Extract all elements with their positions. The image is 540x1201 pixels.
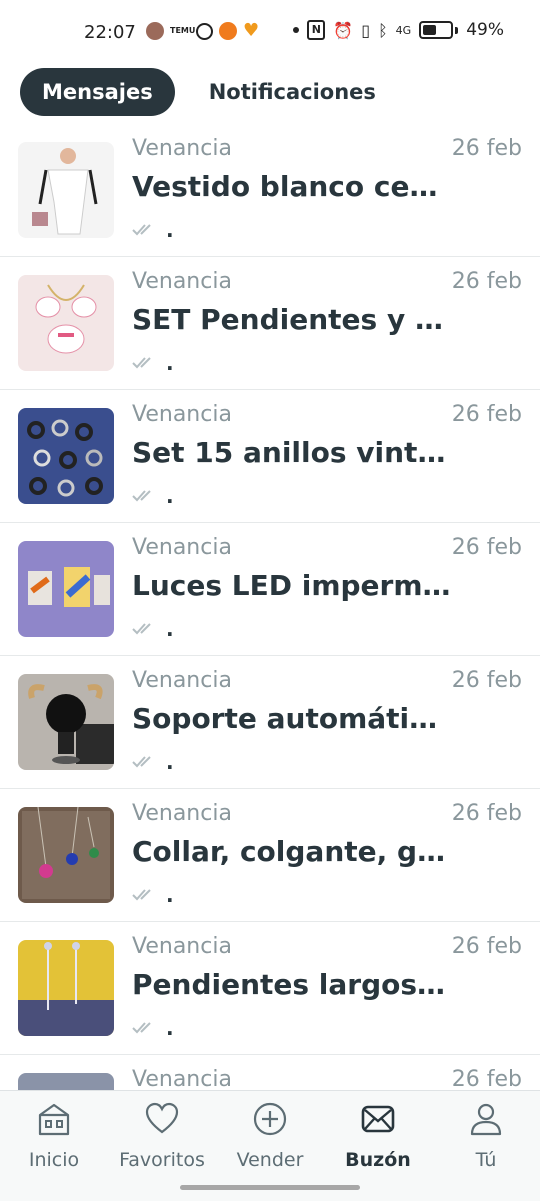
product-title: Vestido blanco ceñ... bbox=[132, 170, 452, 203]
product-thumbnail bbox=[18, 1073, 114, 1090]
conversation-row[interactable]: Venancia 26 feb Set 15 anillos vintage . bbox=[0, 390, 540, 523]
tab-mensajes[interactable]: Mensajes bbox=[20, 68, 175, 116]
user-icon bbox=[470, 1103, 502, 1136]
message-status: . bbox=[132, 1016, 174, 1040]
product-thumbnail bbox=[18, 807, 114, 903]
sync-icon bbox=[196, 22, 213, 40]
product-thumbnail bbox=[18, 940, 114, 1036]
message-preview: . bbox=[166, 1016, 174, 1040]
conversation-list[interactable]: Venancia 26 feb Vestido blanco ceñ... . … bbox=[0, 124, 540, 1090]
product-title: Luces LED imperm... bbox=[132, 569, 452, 602]
double-check-icon bbox=[132, 490, 151, 502]
message-status: . bbox=[132, 218, 174, 242]
heart-icon bbox=[145, 1102, 179, 1134]
nav-label: Tú bbox=[475, 1149, 497, 1171]
conversation-row[interactable]: Venancia 26 feb SET Pendientes y c... . bbox=[0, 257, 540, 390]
heart-app-icon: ♥ bbox=[243, 20, 260, 41]
inbox-tabs: Mensajes Notificaciones bbox=[20, 68, 398, 116]
product-thumbnail bbox=[18, 541, 114, 637]
conversation-row[interactable]: Venancia 26 feb Collar, colgante, ga... … bbox=[0, 789, 540, 922]
battery-icon bbox=[419, 21, 454, 39]
battery-tip-icon bbox=[455, 26, 459, 34]
sender-name: Venancia bbox=[132, 801, 232, 826]
message-date: 26 feb bbox=[451, 668, 522, 693]
signal-icon: 4G bbox=[395, 23, 412, 37]
double-check-icon bbox=[132, 756, 151, 768]
product-title: Soporte automátic... bbox=[132, 702, 452, 735]
sender-name: Venancia bbox=[132, 269, 232, 294]
sender-name: Venancia bbox=[132, 136, 232, 161]
message-status: . bbox=[132, 883, 174, 907]
home-indicator[interactable] bbox=[180, 1185, 360, 1190]
message-date: 26 feb bbox=[451, 535, 522, 560]
nav-tu[interactable]: Tú bbox=[432, 1101, 540, 1171]
conversation-row[interactable]: Venancia 26 feb Soporte automátic... . bbox=[0, 656, 540, 789]
double-check-icon bbox=[132, 623, 151, 635]
message-preview: . bbox=[166, 351, 174, 375]
avatar-icon bbox=[146, 22, 164, 40]
sender-name: Venancia bbox=[132, 402, 232, 427]
conversation-row[interactable]: Venancia 26 feb Vestido blanco ceñ... . bbox=[0, 124, 540, 257]
sender-name: Venancia bbox=[132, 1067, 232, 1090]
message-status: . bbox=[132, 351, 174, 375]
message-preview: . bbox=[166, 883, 174, 907]
conversation-row[interactable]: Venancia 26 feb bbox=[0, 1055, 540, 1090]
nav-label: Inicio bbox=[28, 1149, 80, 1171]
message-date: 26 feb bbox=[451, 801, 522, 826]
conversation-row[interactable]: Venancia 26 feb Luces LED imperm... . bbox=[0, 523, 540, 656]
nfc-icon: N bbox=[307, 20, 326, 40]
product-thumbnail bbox=[18, 275, 114, 371]
home-icon bbox=[38, 1103, 70, 1136]
product-thumbnail bbox=[18, 408, 114, 504]
tab-notificaciones[interactable]: Notificaciones bbox=[187, 68, 398, 116]
nav-vender[interactable]: Vender bbox=[216, 1101, 324, 1171]
product-title: SET Pendientes y c... bbox=[132, 303, 452, 336]
system-icons: N ⏰ ▯ ᛒ 4G 49% bbox=[293, 20, 504, 40]
dot-icon bbox=[293, 27, 300, 33]
bluetooth-icon: ᛒ bbox=[378, 20, 388, 40]
status-time: 22:07 bbox=[84, 22, 136, 43]
nav-favoritos[interactable]: Favoritos bbox=[108, 1101, 216, 1171]
product-title: Set 15 anillos vintage bbox=[132, 436, 452, 469]
message-status: . bbox=[132, 750, 174, 774]
message-date: 26 feb bbox=[451, 402, 522, 427]
status-bar: 22:07 TEMU ♥ N ⏰ ▯ ᛒ 4G 49% bbox=[0, 0, 540, 68]
sender-name: Venancia bbox=[132, 668, 232, 693]
double-check-icon bbox=[132, 357, 151, 369]
nav-label: Favoritos bbox=[119, 1149, 205, 1171]
message-date: 26 feb bbox=[451, 934, 522, 959]
message-status: . bbox=[132, 617, 174, 641]
nav-label: Vender bbox=[236, 1149, 304, 1171]
nav-buzon[interactable]: Buzón bbox=[324, 1101, 432, 1171]
double-check-icon bbox=[132, 889, 151, 901]
plus-circle-icon bbox=[253, 1102, 287, 1136]
double-check-icon bbox=[132, 224, 151, 236]
notification-icons: TEMU ♥ bbox=[146, 22, 259, 40]
message-date: 26 feb bbox=[451, 269, 522, 294]
message-date: 26 feb bbox=[451, 136, 522, 161]
vibrate-icon: ▯ bbox=[361, 20, 371, 40]
sender-name: Venancia bbox=[132, 535, 232, 560]
alarm-icon: ⏰ bbox=[333, 20, 354, 40]
double-check-icon bbox=[132, 1022, 151, 1034]
temu-icon: TEMU bbox=[170, 26, 196, 35]
message-preview: . bbox=[166, 617, 174, 641]
sender-name: Venancia bbox=[132, 934, 232, 959]
message-status: . bbox=[132, 484, 174, 508]
message-preview: . bbox=[166, 750, 174, 774]
message-preview: . bbox=[166, 218, 174, 242]
product-thumbnail bbox=[18, 142, 114, 238]
product-title: Collar, colgante, ga... bbox=[132, 835, 452, 868]
conversation-row[interactable]: Venancia 26 feb Pendientes largos ... . bbox=[0, 922, 540, 1055]
product-title: Pendientes largos ... bbox=[132, 968, 452, 1001]
check-app-icon bbox=[219, 22, 237, 40]
product-thumbnail bbox=[18, 674, 114, 770]
nav-inicio[interactable]: Inicio bbox=[0, 1101, 108, 1171]
message-date: 26 feb bbox=[451, 1067, 522, 1090]
nav-label: Buzón bbox=[345, 1149, 411, 1171]
battery-percent: 49% bbox=[466, 20, 504, 40]
mail-icon bbox=[361, 1105, 395, 1133]
message-preview: . bbox=[166, 484, 174, 508]
